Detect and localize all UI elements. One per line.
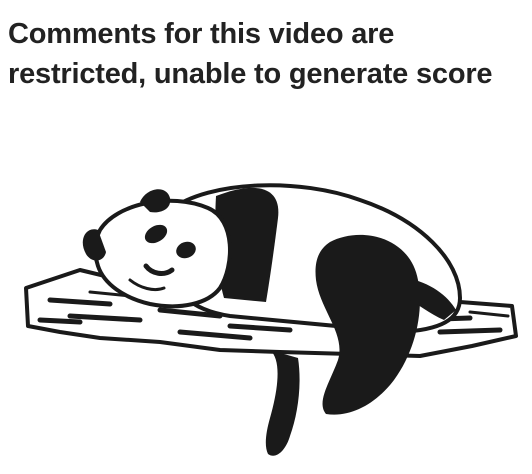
message-line-1: Comments for this video are (8, 18, 395, 50)
sleeping-panda-illustration (20, 170, 520, 470)
restricted-comments-message: Comments for this video are restricted, … (8, 14, 528, 94)
message-line-2: restricted, unable to generate score (8, 58, 493, 90)
sleeping-panda-icon (24, 183, 518, 456)
